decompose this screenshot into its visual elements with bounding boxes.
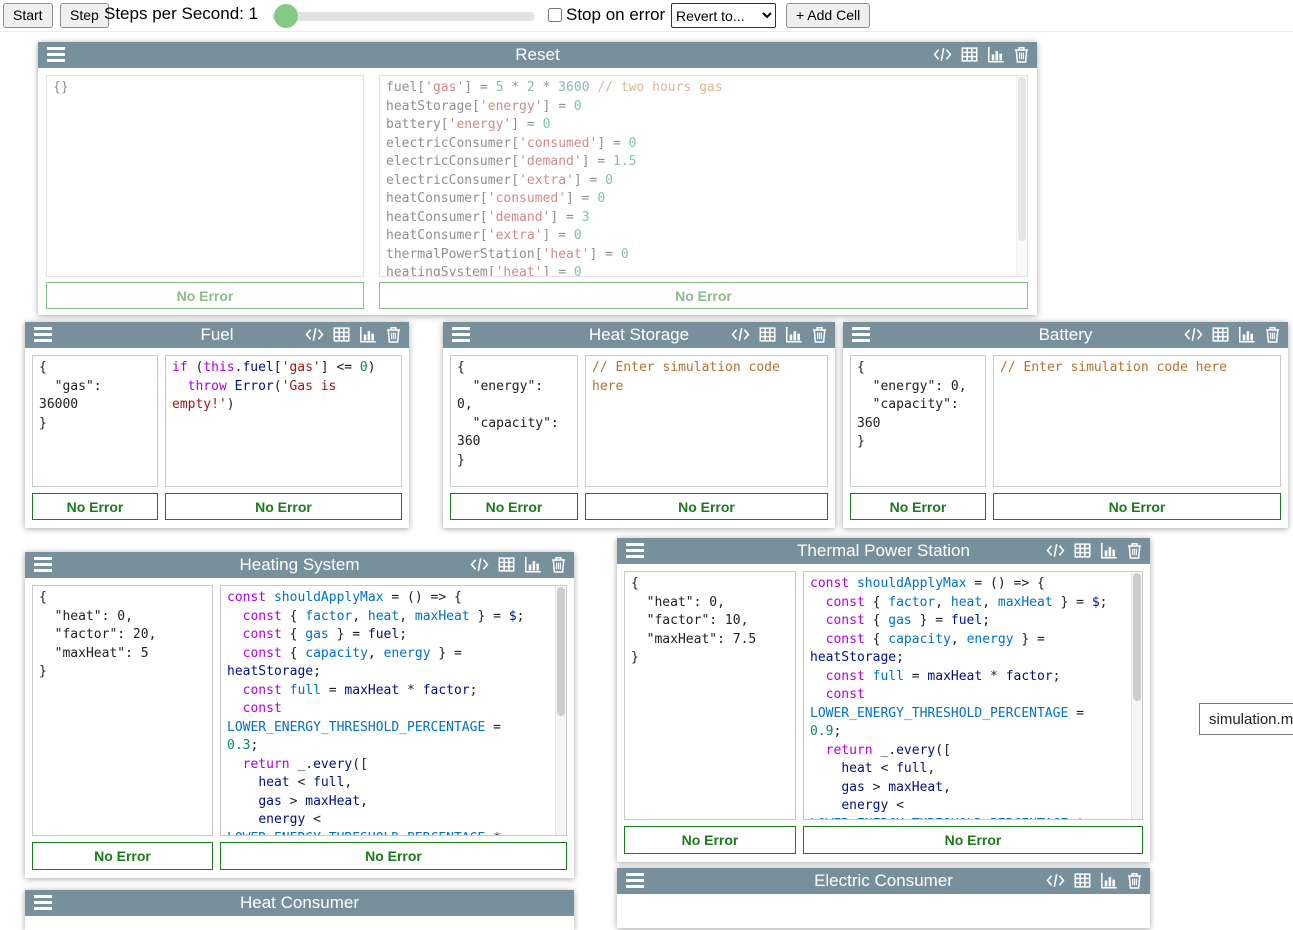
trash-icon[interactable]	[1014, 46, 1029, 63]
code-editor[interactable]: // Enter simulation code here	[993, 355, 1281, 487]
step-button[interactable]: Step	[60, 3, 109, 28]
chart-icon[interactable]	[524, 556, 542, 573]
chart-icon[interactable]	[1100, 872, 1118, 889]
state-editor[interactable]: { "heat": 0, "factor": 10, "maxHeat": 7.…	[624, 571, 796, 820]
code-editor[interactable]: const shouldApplyMax = () => { const { f…	[220, 585, 567, 836]
code-editor[interactable]: if (this.fuel['gas'] <= 0) throw Error('…	[165, 355, 402, 487]
code-editor[interactable]: fuel['gas'] = 5 * 2 * 3600 // two hours …	[379, 75, 1028, 277]
code-status: No Error	[803, 826, 1143, 854]
table-icon[interactable]	[1212, 326, 1229, 343]
table-icon[interactable]	[1074, 542, 1091, 559]
stop-on-error-checkbox[interactable]	[548, 8, 562, 22]
start-button[interactable]: Start	[3, 3, 53, 28]
trash-icon[interactable]	[812, 326, 827, 343]
slider-thumb[interactable]	[274, 4, 298, 28]
code-icon[interactable]	[470, 556, 489, 573]
code-icon[interactable]	[1046, 542, 1065, 559]
cell-heating-system-header: Heating System	[25, 552, 574, 578]
state-editor[interactable]: {}	[46, 75, 364, 277]
scrollbar[interactable]	[1016, 76, 1027, 276]
state-status: No Error	[46, 282, 364, 309]
code-editor[interactable]: // Enter simulation codehere	[585, 355, 828, 487]
table-icon[interactable]	[759, 326, 776, 343]
cell-reset: Reset {} fuel['gas'] = 5 * 2 * 3600 // t…	[38, 42, 1037, 315]
slider-track[interactable]	[272, 12, 535, 21]
code-status: No Error	[220, 842, 567, 870]
scrollbar[interactable]	[1131, 572, 1142, 819]
code-icon[interactable]	[731, 326, 750, 343]
code-icon[interactable]	[1046, 872, 1065, 889]
state-editor[interactable]: { "energy": 0, "capacity": 360 }	[850, 355, 986, 487]
cell-fuel-header: Fuel	[25, 322, 409, 348]
cell-electric-consumer: Electric Consumer	[617, 868, 1150, 928]
state-status: No Error	[32, 842, 213, 870]
cell-heat-consumer-header: Heat Consumer	[25, 890, 574, 916]
cell-reset-header: Reset	[38, 42, 1037, 68]
steps-per-second-slider[interactable]	[272, 7, 535, 25]
steps-per-second-label: Steps per Second: 1	[104, 4, 258, 24]
code-icon[interactable]	[1184, 326, 1203, 343]
trash-icon[interactable]	[1127, 542, 1142, 559]
stop-on-error-label: Stop on error	[566, 5, 665, 25]
cell-thermal-power-station: Thermal Power Station { "heat": 0, "fact…	[617, 538, 1150, 862]
table-icon[interactable]	[1074, 872, 1091, 889]
trash-icon[interactable]	[386, 326, 401, 343]
toolbar: Start Step Steps per Second: 1 Stop on e…	[0, 0, 1293, 32]
chart-icon[interactable]	[359, 326, 377, 343]
state-status: No Error	[624, 826, 796, 854]
chart-icon[interactable]	[1238, 326, 1256, 343]
cell-heat-consumer: Heat Consumer	[25, 890, 574, 930]
table-icon[interactable]	[333, 326, 350, 343]
trash-icon[interactable]	[1127, 872, 1142, 889]
chart-icon[interactable]	[987, 46, 1005, 63]
simulation-tooltip: simulation.m	[1199, 703, 1293, 735]
chart-icon[interactable]	[785, 326, 803, 343]
chart-icon[interactable]	[1100, 542, 1118, 559]
state-editor[interactable]: { "energy": 0, "capacity": 360 }	[450, 355, 578, 487]
state-status: No Error	[850, 493, 986, 520]
code-status: No Error	[993, 493, 1281, 520]
trash-icon[interactable]	[551, 556, 566, 573]
cell-fuel: Fuel { "gas": 36000 } if (this.fuel['gas…	[25, 322, 409, 528]
revert-to-select[interactable]: Revert to...	[671, 3, 776, 28]
cell-thermal-power-station-header: Thermal Power Station	[617, 538, 1150, 564]
state-status: No Error	[450, 493, 578, 520]
scrollbar[interactable]	[555, 586, 566, 835]
cell-electric-consumer-header: Electric Consumer	[617, 868, 1150, 894]
steps-per-second-value: 1	[249, 4, 258, 23]
trash-icon[interactable]	[1265, 326, 1280, 343]
code-status: No Error	[379, 282, 1028, 309]
state-status: No Error	[32, 493, 158, 520]
cell-heat-storage-header: Heat Storage	[443, 322, 835, 348]
state-editor[interactable]: { "heat": 0, "factor": 20, "maxHeat": 5 …	[32, 585, 213, 836]
code-status: No Error	[165, 493, 402, 520]
code-icon[interactable]	[933, 46, 952, 63]
table-icon[interactable]	[498, 556, 515, 573]
cell-title: Heat Consumer	[25, 893, 574, 913]
cell-heat-storage: Heat Storage { "energy": 0, "capacity": …	[443, 322, 835, 528]
code-icon[interactable]	[305, 326, 324, 343]
code-editor[interactable]: const shouldApplyMax = () => { const { f…	[803, 571, 1143, 820]
add-cell-button[interactable]: + Add Cell	[786, 3, 870, 28]
cell-title: Reset	[38, 45, 1037, 65]
code-status: No Error	[585, 493, 828, 520]
cell-battery: Battery { "energy": 0, "capacity": 360 }…	[843, 322, 1288, 528]
cell-battery-header: Battery	[843, 322, 1288, 348]
cell-heating-system: Heating System { "heat": 0, "factor": 20…	[25, 552, 574, 878]
table-icon[interactable]	[961, 46, 978, 63]
state-editor[interactable]: { "gas": 36000 }	[32, 355, 158, 487]
